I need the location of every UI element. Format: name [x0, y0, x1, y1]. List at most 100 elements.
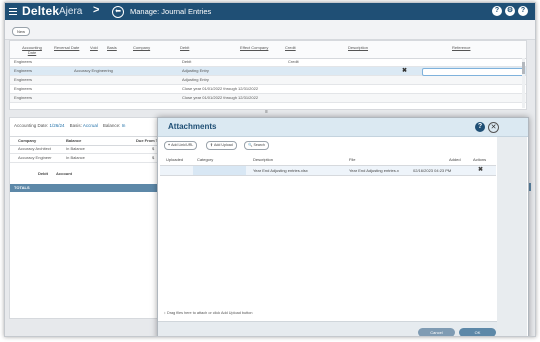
attachments-dialog: Attachments ? ✕ +Add Link/URL ⇪Add Uploa… [157, 117, 529, 336]
row-due: $ [152, 146, 155, 151]
dialog-footer: Cancel OK [158, 321, 497, 336]
row-company-name: Accuracy Engineering [74, 68, 113, 73]
new-button[interactable]: New [12, 27, 31, 36]
table-row[interactable]: Year End Adjusting entries.xlsx Year End… [160, 166, 496, 176]
journal-entries-grid: Accounting Date Reversal Date Void Basis… [9, 40, 527, 110]
page-title: Manage: Journal Entries [130, 7, 212, 16]
paperclip-icon: ↕ [164, 311, 166, 315]
plus-icon: + [168, 143, 171, 147]
top-bar: Deltek Ajera > ⬅ Manage: Journal Entries… [5, 3, 535, 20]
delete-attachment-icon[interactable]: ✖ [478, 166, 483, 175]
totals-label: TOTALS [14, 185, 30, 190]
table-row-selected[interactable]: Engineers Accuracy Engineering Adjusting… [10, 67, 526, 76]
table-row[interactable]: Engineers Close year 01/01/2022 through … [10, 85, 526, 94]
column-header-reversal-date[interactable]: Reversal Date [54, 45, 79, 50]
ok-button[interactable]: OK [459, 328, 496, 336]
basis-label: Basis: [69, 123, 82, 128]
back-arrow-icon[interactable]: ⬅ [112, 6, 124, 18]
upload-icon: ⇪ [210, 143, 214, 147]
table-row[interactable]: Engineers Adjusting Entry [10, 76, 526, 85]
column-header-company: Company [18, 138, 37, 143]
column-header-effect-company[interactable]: Effect Company [240, 45, 268, 50]
detail-summary-line: Accounting Date: 1/26/24 Basis: Accrual … [14, 123, 125, 128]
hamburger-menu-icon[interactable] [9, 7, 17, 15]
row-company: Engineers [14, 77, 33, 82]
entry-lines-header: Debit Account [10, 170, 160, 178]
column-header-actions: Actions [473, 157, 487, 162]
row-debit: Close year 01/01/2022 through 12/31/2022 [182, 86, 259, 91]
column-header-uploaded[interactable]: Uploaded [166, 155, 183, 165]
dialog-title: Attachments [168, 122, 217, 131]
basis-value[interactable]: Accrual [83, 123, 98, 128]
column-header-category[interactable]: Category [197, 155, 213, 165]
row-debit: Debit [182, 59, 192, 64]
category-cell[interactable] [193, 166, 246, 175]
column-header-accounting-date[interactable]: Accounting Date [18, 45, 46, 55]
column-header-file[interactable]: File [349, 155, 355, 165]
add-upload-label: Add Upload [214, 143, 233, 147]
row-company: Accuracy Architect [18, 146, 51, 151]
close-icon[interactable]: ✕ [488, 122, 499, 133]
delete-row-icon[interactable]: ✖ [402, 67, 407, 75]
add-link-button[interactable]: +Add Link/URL [164, 141, 198, 150]
column-header-credit[interactable]: Credit [285, 45, 296, 50]
grid-vertical-scrollbar[interactable] [522, 58, 525, 108]
settings-icon[interactable]: ⚙ [505, 6, 515, 16]
account-icon[interactable]: ? [518, 6, 528, 16]
accounting-date-value[interactable]: 1/26/24 [50, 123, 65, 128]
entry-detail-panel: Accounting Date: 1/26/24 Basis: Accrual … [9, 117, 161, 319]
splitter-handle-icon[interactable]: ≡ [265, 109, 268, 115]
help-icon[interactable]: ? [475, 122, 485, 132]
row-debit: Close year 01/01/2022 through 12/31/2022 [182, 95, 259, 100]
table-row[interactable]: Engineers Debit Credit [10, 58, 526, 67]
toolbar: New [5, 20, 535, 40]
column-header-account: Account [56, 171, 72, 176]
dialog-side-panel [497, 137, 527, 336]
balance-value: In [121, 123, 126, 128]
row-balance: In Balance [66, 146, 85, 151]
column-header-debit[interactable]: Debit [180, 45, 189, 50]
drop-zone-hint[interactable]: ↕ Drag files here to attach or click Add… [164, 311, 252, 315]
search-button[interactable]: 🔍Search [244, 141, 269, 150]
row-credit: Credit [288, 59, 299, 64]
drop-hint-text: Drag files here to attach or click Add U… [166, 311, 253, 315]
row-description: Year End Adjusting entries.xlsx [253, 168, 308, 173]
dialog-header: Attachments ? ✕ [158, 118, 528, 137]
row-company: Accuracy Engineer [18, 155, 52, 160]
row-debit: Adjusting Entry [182, 77, 209, 82]
reference-input[interactable] [422, 68, 524, 76]
row-company: Engineers [14, 68, 33, 73]
column-header-basis[interactable]: Basis [107, 45, 117, 50]
add-link-label: Add Link/URL [171, 143, 194, 147]
product-name: Ajera [59, 6, 83, 17]
search-icon: 🔍 [248, 143, 253, 147]
row-company: Engineers [14, 86, 33, 91]
row-due: $ [152, 155, 155, 160]
grid-header: Accounting Date Reversal Date Void Basis… [10, 41, 526, 59]
help-icon[interactable]: ? [492, 6, 502, 16]
column-header-debit: Debit [38, 171, 48, 176]
column-header-reference[interactable]: Reference [452, 45, 470, 50]
brand-logo: Deltek [22, 4, 60, 18]
app-window: Deltek Ajera > ⬅ Manage: Journal Entries… [4, 2, 536, 337]
table-row[interactable]: Engineers Close year 01/01/2022 through … [10, 94, 526, 103]
accounting-date-label: Accounting Date: [14, 123, 49, 128]
row-company: Engineers [14, 95, 33, 100]
column-header-company[interactable]: Company [133, 45, 150, 50]
column-header-added[interactable]: Added [449, 155, 461, 165]
table-row[interactable]: Accuracy Engineer In Balance $ [10, 154, 160, 163]
cancel-button[interactable]: Cancel [418, 328, 455, 336]
add-upload-button[interactable]: ⇪Add Upload [206, 141, 237, 150]
balance-label: Balance: [102, 123, 121, 128]
column-header-description[interactable]: Description [253, 155, 273, 165]
column-header-void[interactable]: Void [90, 45, 98, 50]
row-file-link[interactable]: Year End Adjusting entries.x [349, 166, 399, 175]
column-header-balance: Balance [66, 138, 82, 143]
column-header-description[interactable]: Description [348, 45, 368, 50]
product-switch-chevron-icon[interactable]: > [93, 4, 99, 16]
table-row[interactable]: Accuracy Architect In Balance $ [10, 145, 160, 154]
row-debit: Adjusting Entry [182, 68, 209, 73]
totals-row: TOTALS [10, 184, 160, 192]
row-added: 02/16/2023 04:23 PM [413, 168, 452, 173]
row-company: Engineers [14, 59, 33, 64]
